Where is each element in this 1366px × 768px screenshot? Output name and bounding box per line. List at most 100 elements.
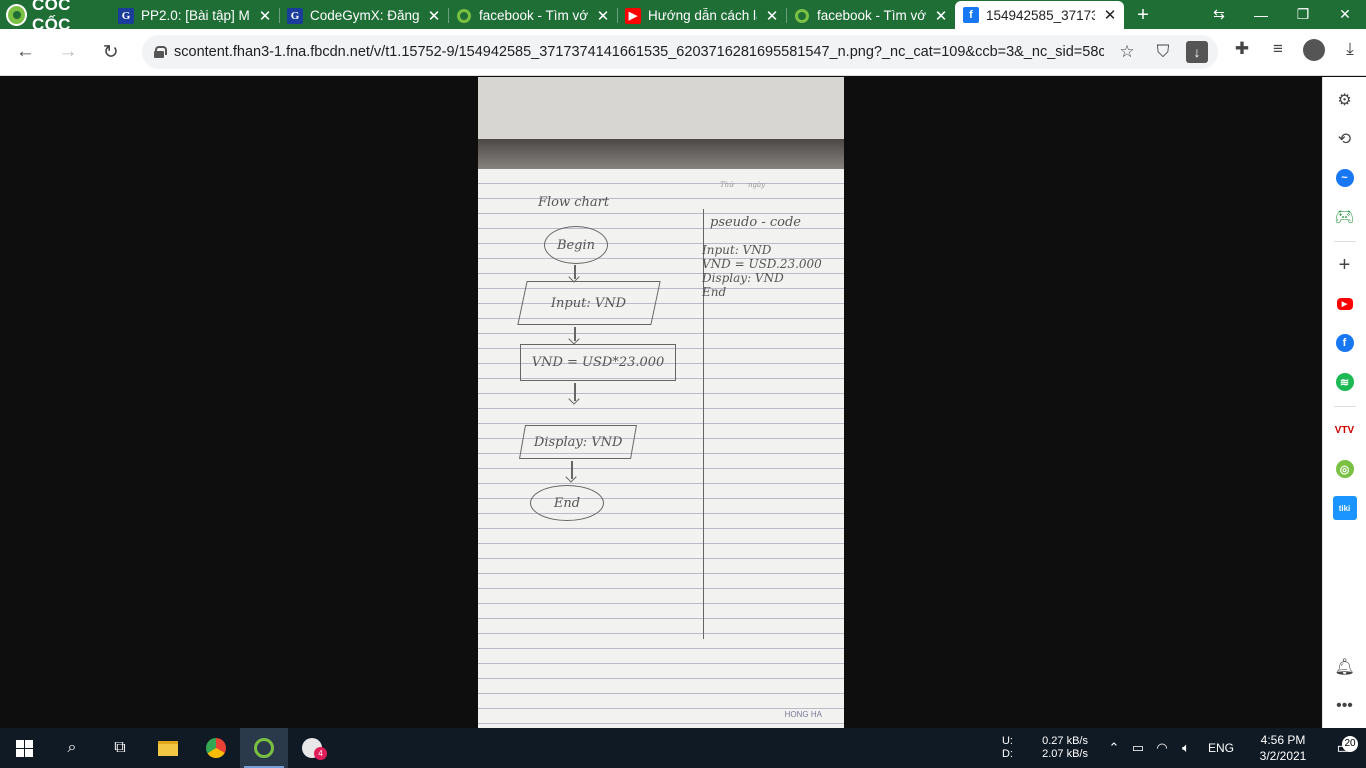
slack-badge: 4 [314, 747, 327, 760]
windows-taskbar: ⌕ ⧉ 4 U: D: 0.27 kB/s 2.07 kB/s ⌃ ▭ ◠ 🔈︎… [0, 728, 1366, 768]
upload-speed: 0.27 kB/s [1042, 735, 1088, 747]
download-speed: 2.07 kB/s [1042, 748, 1088, 760]
messenger-icon[interactable]: ~ [1329, 162, 1361, 194]
flowchart-arrow [574, 327, 576, 341]
pseudocode-line: Input: VND [702, 243, 772, 257]
tiki-icon[interactable]: tiki [1329, 492, 1361, 524]
close-tab-icon[interactable]: ✕ [764, 7, 780, 25]
tab-pp2[interactable]: G PP2.0: [Bài tập] Mô ✕ [110, 2, 279, 29]
coccoc-logo-icon [6, 3, 28, 26]
close-tab-icon[interactable]: ✕ [257, 7, 273, 25]
youtube-icon[interactable]: ▶ [1329, 288, 1361, 320]
wifi-icon[interactable]: ◠ [1150, 740, 1174, 756]
language-indicator[interactable]: ENG [1208, 741, 1234, 755]
download-page-icon[interactable]: ↓ [1186, 41, 1209, 63]
url-text[interactable]: scontent.fhan3-1.fna.fbcdn.net/v/t1.1575… [174, 44, 1104, 60]
lock-icon[interactable] [154, 46, 168, 58]
reload-button[interactable]: ↻ [93, 41, 128, 64]
pseudocode-line: End [702, 285, 727, 299]
close-tab-icon[interactable]: ✕ [595, 7, 611, 25]
tab-label: CodeGymX: Đăng [310, 8, 419, 23]
paper-day-mark: Thứ [720, 181, 734, 189]
settings-gear-icon[interactable]: ⚙ [1329, 84, 1361, 116]
flowchart-title: Flow chart [538, 195, 610, 210]
maximize-button[interactable]: ❐ [1282, 6, 1324, 23]
browser-sidebar: ⚙ ⟲ ~ 🎮︎ + ▶ f ≋ VTV ◎ tiki 🔔︎ ••• [1322, 77, 1366, 728]
flowchart-step-text: Begin [556, 237, 596, 253]
pseudocode-line: Display: VND [702, 271, 784, 285]
search-icon[interactable]: ⌕ [48, 728, 96, 768]
tab-label: facebook - Tìm với [479, 8, 588, 23]
extensions-puzzle-icon[interactable]: ✚ [1226, 39, 1258, 66]
address-bar[interactable]: scontent.fhan3-1.fna.fbcdn.net/v/t1.1575… [142, 35, 1219, 69]
more-options-icon[interactable]: ••• [1329, 690, 1361, 722]
back-button[interactable]: ← [8, 41, 43, 63]
slack-icon[interactable]: 4 [288, 728, 336, 768]
game-controller-icon[interactable]: 🎮︎ [1329, 201, 1361, 233]
forward-button[interactable]: → [51, 41, 86, 63]
file-explorer-icon[interactable] [144, 728, 192, 768]
facebook-icon[interactable]: f [1329, 327, 1361, 359]
flowchart-arrow [574, 383, 576, 401]
tab-facebook-search-1[interactable]: facebook - Tìm với ✕ [448, 2, 617, 29]
history-icon[interactable]: ⟲ [1329, 123, 1361, 155]
close-tab-icon[interactable]: ✕ [1102, 6, 1118, 24]
facebook-icon: f [963, 7, 979, 23]
clock-time: 4:56 PM [1260, 733, 1306, 747]
chrome-icon[interactable] [192, 728, 240, 768]
downloads-icon[interactable]: ⤓ [1334, 39, 1366, 66]
add-sidebar-app-button[interactable]: + [1329, 249, 1361, 281]
tab-image-active[interactable]: f 154942585_37173 ✕ [955, 1, 1124, 29]
volume-icon[interactable]: 🔈︎ [1174, 740, 1198, 756]
battery-icon[interactable]: ▭ [1126, 740, 1150, 756]
system-tray: U: D: 0.27 kB/s 2.07 kB/s ⌃ ▭ ◠ 🔈︎ ENG 4… [1002, 728, 1366, 768]
pseudocode-line: VND = USD.23.000 [702, 257, 822, 271]
clock[interactable]: 4:56 PM 3/2/2021 [1244, 732, 1322, 764]
start-button[interactable] [0, 728, 48, 768]
close-window-button[interactable]: ✕ [1324, 6, 1366, 23]
paper-brand-logo: HONG HA [784, 710, 822, 719]
windows-logo-icon [15, 739, 33, 757]
profile-avatar[interactable] [1298, 38, 1330, 66]
sidebar-divider [1333, 406, 1356, 407]
shield-icon[interactable]: ⛉ [1150, 42, 1176, 62]
tab-strip: CỐC CỐC G PP2.0: [Bài tập] Mô ✕ G CodeGy… [0, 0, 1366, 34]
flowchart-process-box: VND = USD*23.000 [520, 344, 676, 381]
bookmark-star-icon[interactable]: ☆ [1114, 42, 1140, 62]
close-tab-icon[interactable]: ✕ [933, 7, 949, 25]
sidebar-divider [1333, 241, 1356, 242]
tab-label: facebook - Tìm với [817, 8, 926, 23]
window-controls: ⇆ — ❐ ✕ [1198, 0, 1366, 29]
flowchart-arrow [574, 265, 576, 279]
spotify-icon[interactable]: ≋ [1329, 366, 1361, 398]
vtv-go-icon[interactable]: VTV [1329, 414, 1361, 446]
restore-tabs-icon[interactable]: ⇆ [1198, 6, 1240, 23]
tab-youtube-guide[interactable]: ▶ Hướng dẫn cách la ✕ [617, 2, 786, 29]
flowchart-begin-oval: Begin [544, 226, 608, 264]
notifications-bell-icon[interactable]: 🔔︎ [1329, 651, 1361, 683]
flowchart-step-text: Display: VND [533, 434, 623, 450]
tab-label: PP2.0: [Bài tập] Mô [141, 8, 250, 23]
lined-paper: Thứ ngày Flow chart Begin Input: VND VND… [478, 169, 844, 728]
coccoc-brand-button[interactable]: CỐC CỐC [0, 0, 110, 34]
tab-codegymx[interactable]: G CodeGymX: Đăng ✕ [279, 2, 448, 29]
chevron-up-icon[interactable]: ⌃ [1102, 740, 1126, 756]
minimize-button[interactable]: — [1240, 7, 1282, 23]
tab-label: Hướng dẫn cách la [648, 8, 757, 23]
coccoc-taskbar-icon[interactable] [240, 728, 288, 768]
flowchart-end-oval: End [530, 485, 604, 521]
new-tab-button[interactable]: + [1128, 2, 1158, 29]
download-label: D: [1001, 748, 1013, 760]
upload-label: U: [1001, 735, 1013, 747]
notebook-photo[interactable]: Thứ ngày Flow chart Begin Input: VND VND… [478, 77, 844, 728]
coccoc-search-icon [456, 8, 472, 24]
task-view-icon[interactable]: ⧉ [96, 728, 144, 768]
tab-label: 154942585_37173 [986, 7, 1095, 23]
close-tab-icon[interactable]: ✕ [426, 7, 442, 25]
action-center-button[interactable]: ▭ 20 [1322, 736, 1366, 758]
flowchart-step-text: End [553, 495, 581, 511]
playlist-icon[interactable]: ≡ [1262, 39, 1294, 66]
flowchart-input-parallelogram: Input: VND [517, 281, 661, 325]
coccoc-search-icon[interactable]: ◎ [1329, 453, 1361, 485]
tab-facebook-search-2[interactable]: facebook - Tìm với ✕ [786, 2, 955, 29]
